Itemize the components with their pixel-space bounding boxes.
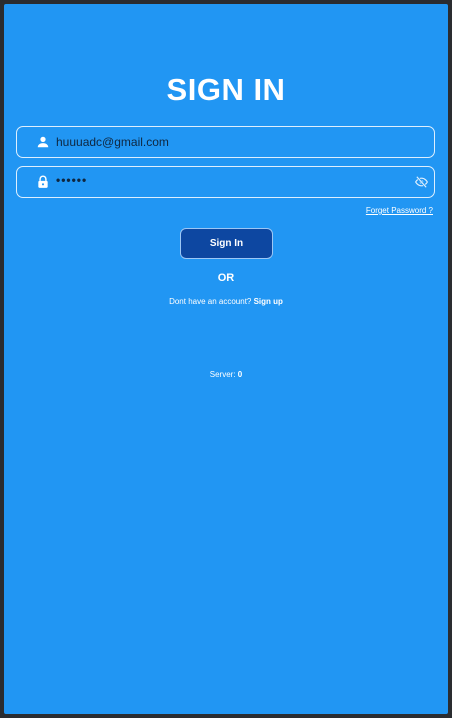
or-divider: OR: [217, 272, 235, 284]
lock-icon: [38, 175, 48, 188]
server-status: Server: 0: [4, 370, 448, 379]
password-value: ••••••: [56, 173, 88, 187]
page-title: SIGN IN: [166, 72, 286, 107]
signup-prompt-text: Dont have an account?: [169, 297, 252, 306]
person-icon: [37, 136, 49, 148]
sign-in-button[interactable]: Sign In: [180, 228, 273, 259]
eye-off-icon[interactable]: [414, 175, 429, 189]
forgot-password-link[interactable]: Forget Password ?: [366, 206, 433, 215]
app-window: SIGN IN huuuadc@gmail.com •••••• Forget …: [4, 4, 448, 714]
password-field[interactable]: ••••••: [16, 166, 435, 198]
server-label: Server:: [209, 370, 236, 379]
server-value: 0: [237, 370, 243, 379]
email-value: huuuadc@gmail.com: [56, 135, 169, 149]
signup-prompt: Dont have an account? Sign up: [4, 297, 448, 306]
sign-up-link[interactable]: Sign up: [254, 297, 283, 306]
email-field[interactable]: huuuadc@gmail.com: [16, 126, 435, 158]
